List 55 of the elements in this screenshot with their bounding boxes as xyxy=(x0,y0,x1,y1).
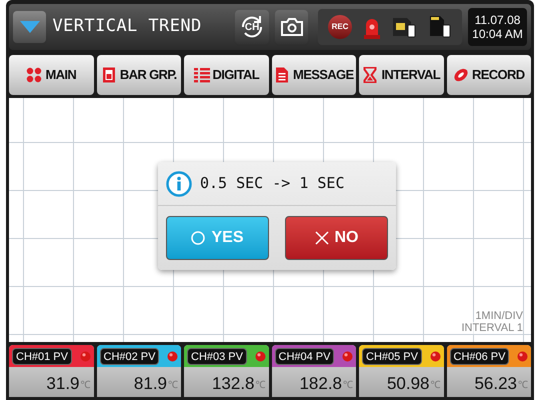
unit-label: ℃ xyxy=(168,379,178,393)
dialog-message: 0.5 SEC -> 1 SEC xyxy=(200,173,344,194)
scale-label: 1MIN/DIV xyxy=(475,310,523,322)
record-icon xyxy=(453,67,470,83)
screen-title: VERTICAL TREND xyxy=(52,15,203,38)
channel-value: 50.98 xyxy=(386,374,430,394)
time-text: 10:04 AM xyxy=(472,27,523,41)
status-lamp-icon xyxy=(167,350,178,362)
camera-button[interactable] xyxy=(274,10,308,44)
interval-label: INTERVAL 1 xyxy=(461,322,523,334)
channel-value: 132.8 xyxy=(212,374,254,394)
rec-indicator: REC xyxy=(328,15,352,39)
channel-value: 81.9 xyxy=(134,374,167,394)
nav-button[interactable]: MESSAGE xyxy=(272,55,356,95)
bar-icon xyxy=(100,67,117,83)
nav-button[interactable]: BAR GRP. xyxy=(96,55,181,95)
status-lamp-icon xyxy=(430,350,440,362)
channel-cycle-button[interactable]: CH xyxy=(235,10,269,44)
status-lamp-icon xyxy=(517,350,528,362)
unit-label: ℃ xyxy=(80,379,90,393)
channel-label: CH#01 PV xyxy=(12,348,72,364)
status-lamp-icon xyxy=(80,350,90,362)
dots-icon xyxy=(26,67,42,83)
channel-label: CH#06 PV xyxy=(450,348,510,364)
channel-value: 182.8 xyxy=(299,374,342,394)
camera-icon xyxy=(280,18,304,36)
dropdown-button[interactable] xyxy=(13,11,46,43)
circle-icon xyxy=(191,231,206,245)
nav-button[interactable]: RECORD xyxy=(446,55,531,95)
no-button[interactable]: NO xyxy=(285,216,388,260)
nav-button[interactable]: DIGITAL xyxy=(184,55,268,95)
channel-label: CH#04 PV xyxy=(274,348,334,364)
unit-label: ℃ xyxy=(430,379,440,393)
ch-label: CH xyxy=(244,20,260,34)
unit-label: ℃ xyxy=(518,379,528,393)
memory-card-icon xyxy=(392,16,417,38)
sd-card-icon xyxy=(428,16,452,38)
triangle-down-icon xyxy=(20,21,40,33)
status-lamp-icon xyxy=(342,350,353,362)
document-icon xyxy=(274,67,290,83)
status-lamp-icon xyxy=(254,350,266,362)
nav-button[interactable]: INTERVAL xyxy=(359,55,444,95)
channel-label: CH#02 PV xyxy=(100,348,160,364)
list-icon xyxy=(194,67,210,83)
channel-label: CH#03 PV xyxy=(187,348,247,364)
info-icon xyxy=(166,170,192,196)
unit-label: ℃ xyxy=(256,379,266,393)
channel-value: 56.23 xyxy=(474,374,517,394)
unit-label: ℃ xyxy=(343,379,353,393)
hourglass-icon xyxy=(362,67,378,83)
cross-icon xyxy=(314,231,328,245)
channel-label: CH#05 PV xyxy=(362,348,422,364)
nav-button[interactable]: MAIN xyxy=(9,55,94,95)
channel-value: 31.9 xyxy=(46,374,80,394)
date-text: 11.07.08 xyxy=(474,13,520,27)
